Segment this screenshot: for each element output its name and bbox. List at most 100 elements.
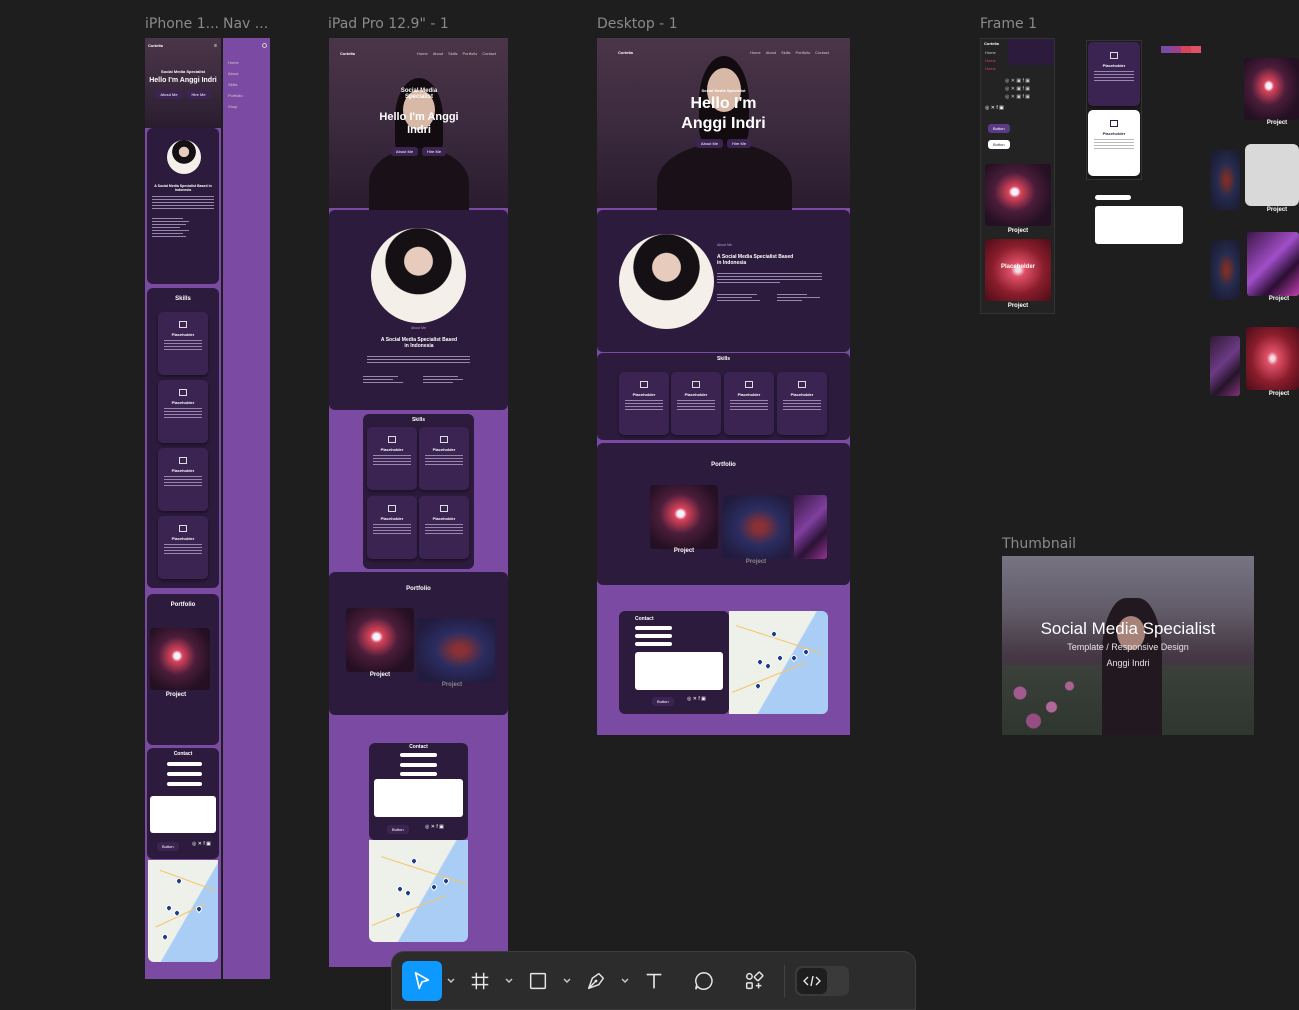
skill-card[interactable]: Placeholder — [367, 427, 417, 490]
map-pin-icon[interactable] — [164, 903, 174, 913]
social-icons[interactable]: ◎ ✕ f ▣ — [687, 696, 706, 702]
comment-tool-icon[interactable] — [684, 961, 724, 1001]
project-image-hover[interactable] — [985, 239, 1051, 301]
desktop-about-button[interactable]: About Me — [695, 139, 724, 148]
thumbnail-frame[interactable]: Social Media Specialist Template / Respo… — [1002, 556, 1254, 735]
map-pin-icon[interactable] — [403, 888, 413, 898]
close-icon[interactable] — [262, 43, 267, 48]
project-image[interactable] — [794, 495, 827, 559]
desktop-frame[interactable]: Cortelia Home About Skills Portfolio Con… — [597, 38, 850, 735]
nav-item-about[interactable]: About — [766, 50, 776, 55]
skill-card[interactable]: Placeholder — [419, 496, 469, 559]
project-image[interactable] — [650, 485, 718, 549]
nav-item-contact[interactable]: Contact — [815, 50, 829, 55]
project-image[interactable] — [1210, 150, 1240, 210]
frame1-social-row[interactable]: ◎ ✕ f ▣ — [985, 105, 1004, 111]
nav-item-portfolio[interactable]: Portfolio — [228, 93, 243, 98]
skill-card[interactable]: Placeholder — [777, 372, 827, 435]
chevron-down-icon[interactable] — [558, 976, 576, 986]
skill-card[interactable]: Placeholder — [419, 427, 469, 490]
swatch[interactable] — [1181, 46, 1191, 53]
skill-card[interactable]: Placeholder — [367, 496, 417, 559]
move-tool-icon[interactable] — [402, 960, 442, 1001]
nav-item-home[interactable]: Home — [228, 60, 243, 65]
map-pin-icon[interactable] — [409, 856, 419, 866]
name-field[interactable] — [635, 626, 672, 630]
rectangle-tool-icon[interactable] — [518, 961, 558, 1001]
skill-card[interactable]: Placeholder — [158, 380, 208, 443]
nav-item-skills[interactable]: Skills — [228, 82, 243, 87]
iphone-hire-button[interactable]: Hire Me — [186, 90, 211, 99]
skill-card[interactable]: Placeholder — [158, 448, 208, 511]
chevron-down-icon[interactable] — [500, 976, 518, 986]
desktop-map[interactable] — [729, 611, 828, 714]
project-image[interactable] — [722, 495, 790, 559]
iphone-map[interactable] — [148, 860, 218, 962]
project-image[interactable] — [150, 628, 210, 690]
map-pin-icon[interactable] — [395, 884, 405, 894]
frame-label-ipad[interactable]: iPad Pro 12.9" - 1 — [328, 16, 449, 32]
frame1-button-light[interactable]: Button — [988, 140, 1010, 149]
nav-item-about[interactable]: About — [228, 71, 243, 76]
nav-item-about[interactable]: About — [433, 51, 443, 56]
social-icons[interactable]: ◎ ✕ f ▣ — [425, 824, 444, 830]
nav-item-portfolio[interactable]: Portfolio — [463, 51, 478, 56]
frame1-nav-item[interactable]: Home — [985, 66, 996, 71]
textarea-component[interactable] — [1095, 206, 1183, 244]
project-image[interactable] — [1210, 240, 1240, 300]
iphone-frame[interactable]: Cortelia ≡ Social Media Specialist Hello… — [145, 38, 221, 979]
text-tool-icon[interactable] — [634, 961, 674, 1001]
ipad-hire-button[interactable]: Hire Me — [422, 147, 447, 156]
frame1-components[interactable]: Cortelia Home Home Home ◎ ✕ ▣ f ▣ ◎ ✕ ▣ f… — [980, 38, 1055, 314]
name-field[interactable] — [167, 762, 202, 766]
frame-label-desktop[interactable]: Desktop - 1 — [597, 16, 678, 32]
project-image[interactable] — [1210, 336, 1240, 396]
map-pin-icon[interactable] — [763, 661, 773, 671]
subject-field[interactable] — [635, 642, 672, 646]
iphone-about-button[interactable]: About Me — [155, 90, 183, 99]
project-image[interactable] — [1247, 232, 1299, 296]
name-field[interactable] — [400, 753, 437, 757]
nav-item-home[interactable]: Home — [750, 50, 761, 55]
nav-item-home[interactable]: Home — [417, 51, 428, 56]
skill-card[interactable]: Placeholder — [158, 516, 208, 579]
dev-mode-toggle[interactable] — [795, 965, 849, 996]
message-field[interactable] — [374, 779, 463, 817]
map-pin-icon[interactable] — [775, 653, 785, 663]
email-field[interactable] — [400, 763, 437, 767]
message-field[interactable] — [150, 796, 216, 833]
project-image[interactable] — [1244, 58, 1299, 120]
actions-tool-icon[interactable] — [734, 961, 774, 1001]
email-field[interactable] — [167, 772, 202, 776]
iphone-submit-button[interactable]: Button — [157, 842, 179, 851]
map-pin-icon[interactable] — [755, 657, 765, 667]
frame-label-nav[interactable]: Nav ... — [223, 16, 268, 32]
nav-item-shop[interactable]: Shop — [228, 104, 243, 109]
chevron-down-icon[interactable] — [616, 976, 634, 986]
frame-label-frame1[interactable]: Frame 1 — [980, 16, 1037, 32]
ipad-about-button[interactable]: About Me — [390, 147, 419, 156]
map-pin-icon[interactable] — [789, 653, 799, 663]
social-icons[interactable]: ◎ ✕ f ▣ — [192, 841, 211, 847]
nav-item-skills[interactable]: Skills — [781, 50, 790, 55]
map-pin-icon[interactable] — [429, 882, 439, 892]
project-image[interactable] — [1246, 327, 1299, 390]
nav-frame[interactable]: Home About Skills Portfolio Shop — [223, 38, 270, 979]
input-component[interactable] — [1095, 195, 1131, 200]
skill-card[interactable]: Placeholder — [619, 372, 669, 435]
pen-tool-icon[interactable] — [576, 961, 616, 1001]
project-image[interactable] — [346, 608, 414, 672]
nav-item-contact[interactable]: Contact — [482, 51, 496, 56]
project-image[interactable] — [417, 618, 495, 682]
map-pin-icon[interactable] — [753, 681, 763, 691]
frame1-nav-item[interactable]: Home — [985, 50, 996, 55]
nav-item-skills[interactable]: Skills — [448, 51, 457, 56]
menu-icon[interactable]: ≡ — [214, 43, 217, 49]
skill-card[interactable]: Placeholder — [158, 312, 208, 375]
frame-label-iphone[interactable]: iPhone 1... — [145, 16, 219, 32]
skill-card[interactable]: Placeholder — [724, 372, 774, 435]
ipad-frame[interactable]: Cortelia Home About Skills Portfolio Con… — [329, 38, 508, 967]
subject-field[interactable] — [400, 772, 437, 776]
frame1-nav-item[interactable]: Home — [985, 58, 996, 63]
nav-item-portfolio[interactable]: Portfolio — [796, 50, 811, 55]
